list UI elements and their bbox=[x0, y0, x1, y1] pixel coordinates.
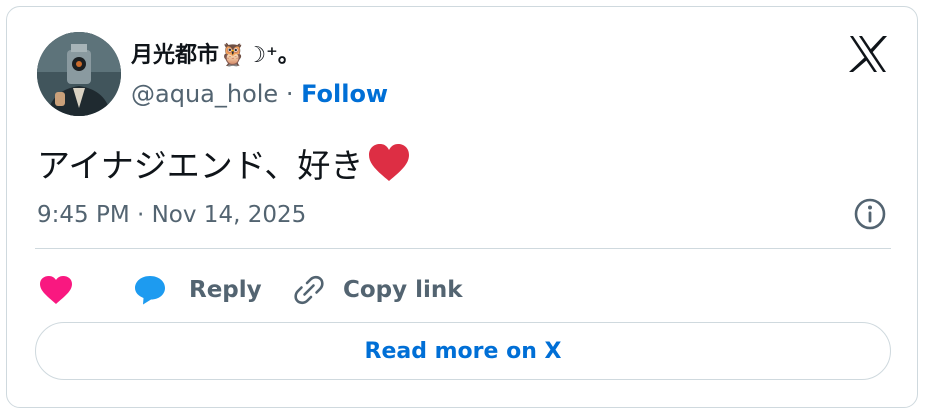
avatar[interactable] bbox=[37, 32, 121, 116]
red-heart-emoji-icon bbox=[369, 144, 410, 181]
read-more-label: Read more on X bbox=[364, 338, 562, 364]
tweet-card: 月光都市🦉☽⁺。 @aqua_hole · Follow アイナジエンド、好き … bbox=[6, 6, 918, 408]
info-icon[interactable] bbox=[853, 197, 887, 231]
user-handle[interactable]: @aqua_hole bbox=[131, 80, 278, 108]
reply-label: Reply bbox=[189, 277, 262, 303]
divider bbox=[35, 248, 891, 249]
tweet-timestamp[interactable]: 9:45 PM · Nov 14, 2025 bbox=[37, 202, 306, 228]
handle-row: @aqua_hole · Follow bbox=[131, 80, 388, 108]
x-logo-icon[interactable] bbox=[847, 33, 889, 75]
display-name[interactable]: 月光都市🦉☽⁺。 bbox=[131, 37, 300, 69]
copy-link-label: Copy link bbox=[343, 277, 463, 303]
heart-icon bbox=[40, 276, 72, 304]
tweet-text: アイナジエンド、好き bbox=[37, 139, 411, 187]
read-more-button[interactable]: Read more on X bbox=[35, 322, 891, 380]
like-button[interactable] bbox=[39, 270, 73, 310]
copy-link-button[interactable]: Copy link bbox=[293, 270, 463, 310]
tweet-body: アイナジエンド、好き bbox=[37, 146, 364, 185]
separator: · bbox=[278, 80, 302, 108]
follow-button[interactable]: Follow bbox=[301, 80, 388, 108]
speech-bubble-icon bbox=[135, 276, 165, 305]
link-icon bbox=[294, 275, 324, 305]
reply-button[interactable]: Reply bbox=[133, 270, 262, 310]
